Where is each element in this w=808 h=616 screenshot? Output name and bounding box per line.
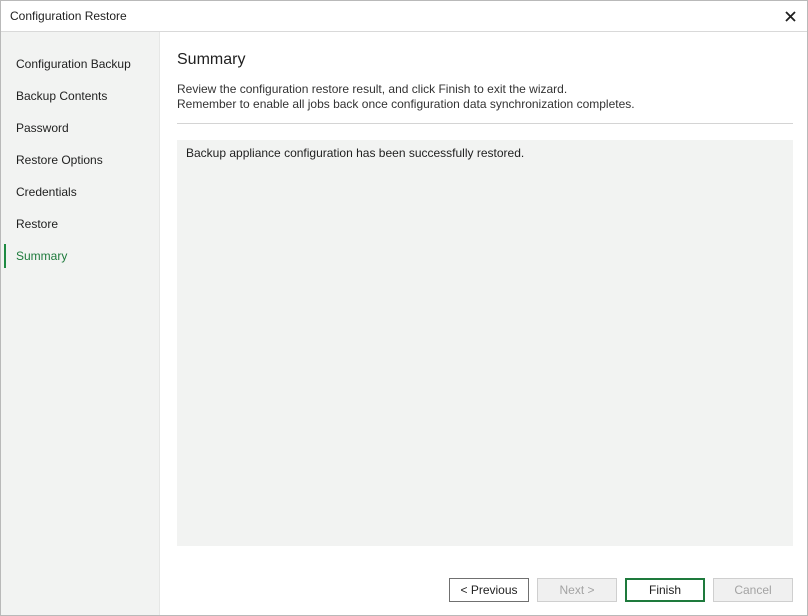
- next-button[interactable]: Next >: [537, 578, 617, 602]
- header-divider: [177, 123, 793, 124]
- sidebar-item-summary[interactable]: Summary: [4, 244, 158, 268]
- previous-button[interactable]: < Previous: [449, 578, 529, 602]
- main-content: Summary Review the configuration restore…: [161, 32, 807, 615]
- sidebar-item-credentials[interactable]: Credentials: [4, 180, 158, 204]
- wizard-steps-sidebar: Configuration Backup Backup Contents Pas…: [1, 32, 160, 615]
- sidebar-item-restore[interactable]: Restore: [4, 212, 158, 236]
- description-line-2: Remember to enable all jobs back once co…: [177, 97, 635, 111]
- result-message: Backup appliance configuration has been …: [186, 146, 525, 160]
- sidebar-item-configuration-backup[interactable]: Configuration Backup: [4, 52, 158, 76]
- wizard-window: Configuration Restore Configuration Back…: [0, 0, 808, 616]
- title-bar: Configuration Restore: [1, 1, 807, 32]
- window-title: Configuration Restore: [10, 9, 127, 23]
- description-line-1: Review the configuration restore result,…: [177, 82, 568, 96]
- sidebar-item-backup-contents[interactable]: Backup Contents: [4, 84, 158, 108]
- page-title: Summary: [177, 51, 246, 68]
- close-icon: [784, 10, 796, 22]
- sidebar-item-password[interactable]: Password: [4, 116, 158, 140]
- cancel-button[interactable]: Cancel: [713, 578, 793, 602]
- finish-button[interactable]: Finish: [625, 578, 705, 602]
- result-panel: Backup appliance configuration has been …: [177, 140, 793, 546]
- close-button[interactable]: [779, 5, 801, 27]
- sidebar-item-restore-options[interactable]: Restore Options: [4, 148, 158, 172]
